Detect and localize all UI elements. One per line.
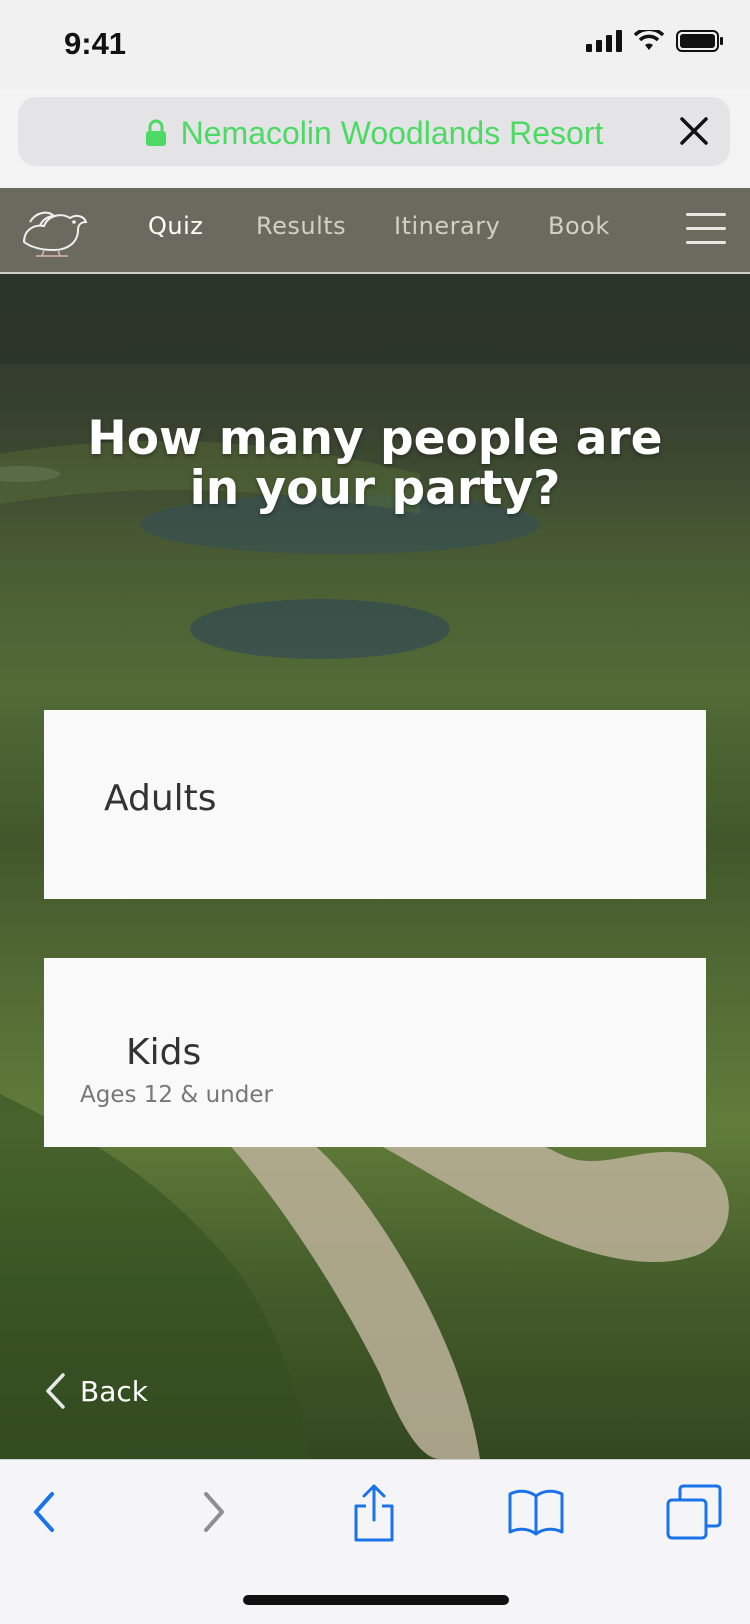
url-title: Nemacolin Woodlands Resort: [180, 115, 604, 151]
forward-icon[interactable]: [182, 1482, 242, 1542]
back-link[interactable]: Back: [44, 1372, 148, 1410]
tab-quiz[interactable]: Quiz: [148, 212, 203, 240]
bird-logo[interactable]: [14, 202, 92, 260]
kids-label: Kids: [126, 1032, 202, 1073]
adults-option[interactable]: Adults: [44, 710, 706, 899]
chevron-left-icon: [46, 1373, 65, 1409]
url-bar[interactable]: Nemacolin Woodlands Resort: [18, 97, 730, 166]
status-time: 9:41: [64, 26, 127, 61]
hero-background: How many people are in your party? Adult…: [0, 274, 750, 1459]
back-label: Back: [80, 1374, 148, 1408]
status-icons: [586, 30, 724, 52]
quiz-question: How many people are in your party?: [87, 411, 663, 516]
tab-book[interactable]: Book: [548, 212, 610, 240]
kids-option[interactable]: Kids Ages 12 & under: [44, 958, 706, 1147]
signal-icon: [586, 30, 622, 52]
close-icon[interactable]: [676, 113, 712, 149]
tab-results[interactable]: Results: [256, 212, 346, 240]
battery-icon: [676, 30, 723, 52]
wifi-icon: [634, 30, 664, 50]
kids-sublabel: Ages 12 & under: [80, 1082, 273, 1108]
lock-icon: [145, 119, 166, 146]
hamburger-icon[interactable]: [686, 213, 726, 245]
status-bar: 9:41: [0, 0, 750, 90]
home-indicator: [243, 1595, 509, 1605]
tab-itinerary[interactable]: Itinerary: [394, 212, 500, 240]
back-icon[interactable]: [16, 1482, 76, 1542]
site-nav: Quiz Results Itinerary Book: [0, 188, 750, 274]
url-title-container[interactable]: Nemacolin Woodlands Resort: [18, 115, 730, 152]
adults-label: Adults: [104, 778, 217, 819]
share-icon[interactable]: [344, 1482, 404, 1542]
tabs-icon[interactable]: [664, 1482, 724, 1542]
bookmarks-icon[interactable]: [506, 1482, 566, 1542]
